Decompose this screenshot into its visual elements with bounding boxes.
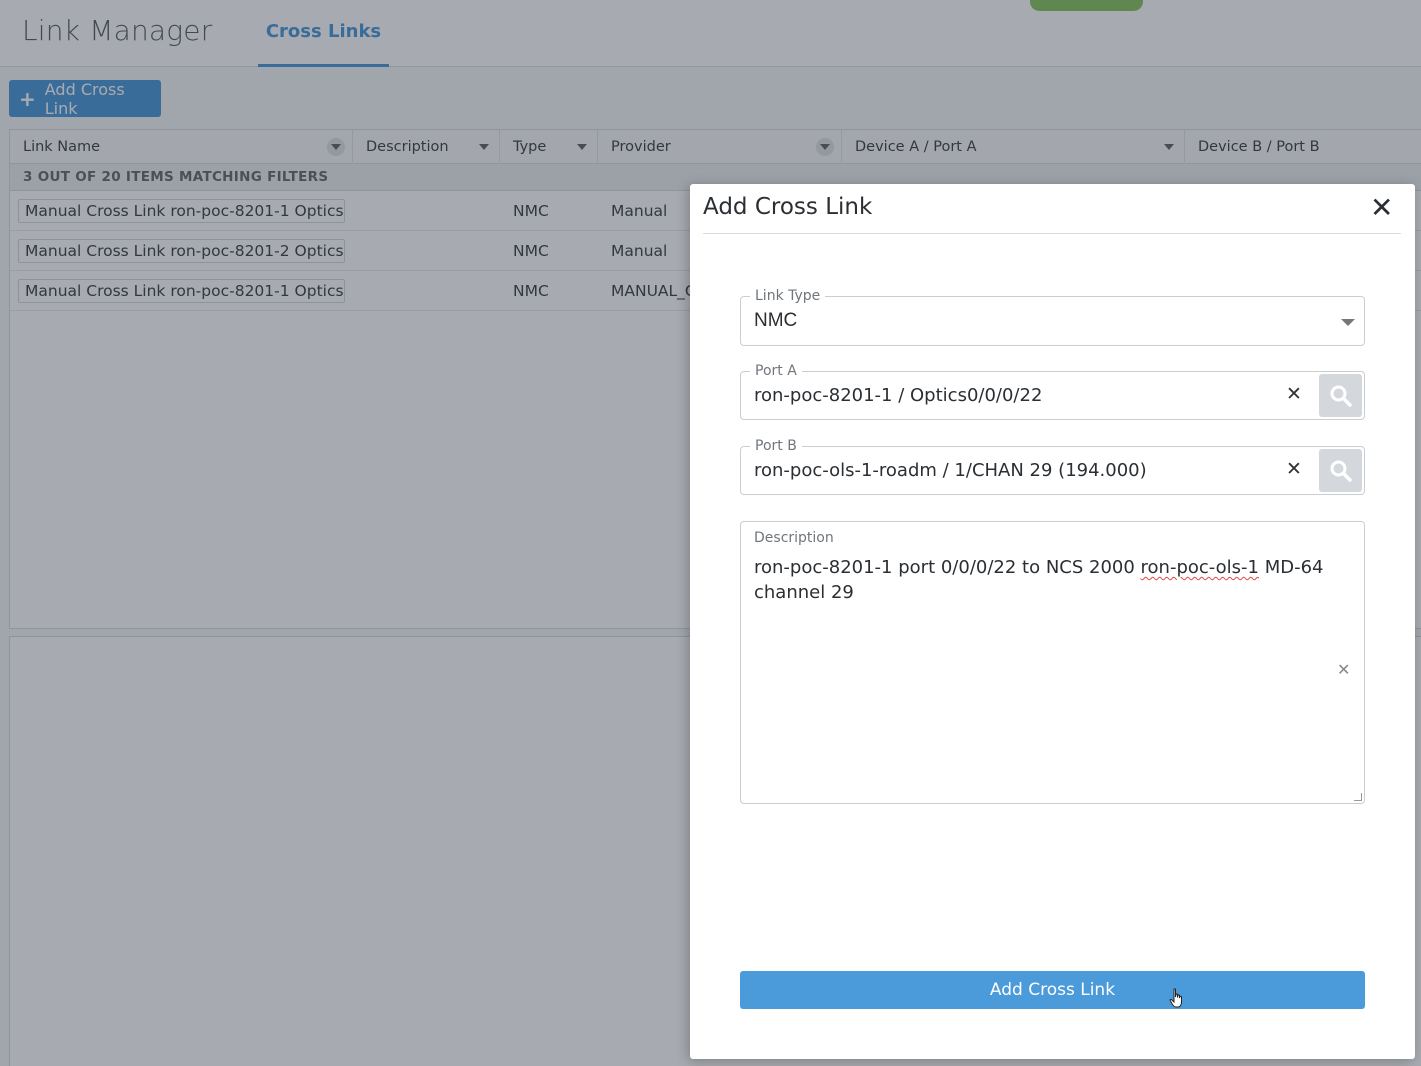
port-a-search-button[interactable] (1319, 374, 1362, 417)
clear-icon[interactable]: ✕ (1286, 457, 1302, 481)
description-textarea[interactable]: Description ron-poc-8201-1 port 0/0/0/22… (740, 521, 1365, 804)
link-type-value: NMC (754, 310, 798, 331)
add-cross-link-submit-button[interactable]: Add Cross Link (740, 971, 1365, 1009)
port-a-label: Port A (750, 363, 802, 379)
port-b-value[interactable]: ron-poc-ols-1-roadm / 1/CHAN 29 (194.000… (754, 460, 1147, 481)
hand-cursor-icon (1169, 988, 1182, 1008)
clear-icon[interactable]: ✕ (1337, 660, 1350, 679)
port-a-value[interactable]: ron-poc-8201-1 / Optics0/0/0/22 (754, 385, 1042, 406)
description-label: Description (749, 530, 839, 546)
add-cross-link-dialog: Add Cross Link ✕ Link Type NMC Port A ro… (690, 184, 1415, 1059)
resize-handle-icon[interactable] (1354, 793, 1362, 801)
link-type-label: Link Type (750, 288, 826, 304)
port-a-field[interactable]: Port A ron-poc-8201-1 / Optics0/0/0/22 ✕ (740, 363, 1365, 420)
clear-icon[interactable]: ✕ (1286, 382, 1302, 406)
dialog-title: Add Cross Link (703, 194, 873, 220)
port-b-field[interactable]: Port B ron-poc-ols-1-roadm / 1/CHAN 29 (… (740, 438, 1365, 495)
spellcheck-flagged-word: ron-poc-ols-1 (1140, 557, 1259, 578)
port-b-label: Port B (750, 438, 802, 454)
port-b-search-button[interactable] (1319, 449, 1362, 492)
description-text[interactable]: ron-poc-8201-1 port 0/0/0/22 to NCS 2000… (754, 555, 1354, 605)
divider (703, 233, 1401, 234)
close-icon[interactable]: ✕ (1370, 194, 1393, 222)
chevron-down-icon[interactable] (1341, 319, 1355, 326)
search-icon (1330, 385, 1352, 407)
search-icon (1330, 460, 1352, 482)
link-type-select[interactable]: Link Type NMC (740, 288, 1365, 346)
description-text-part: ron-poc-8201-1 port 0/0/0/22 to NCS 2000 (754, 557, 1141, 578)
